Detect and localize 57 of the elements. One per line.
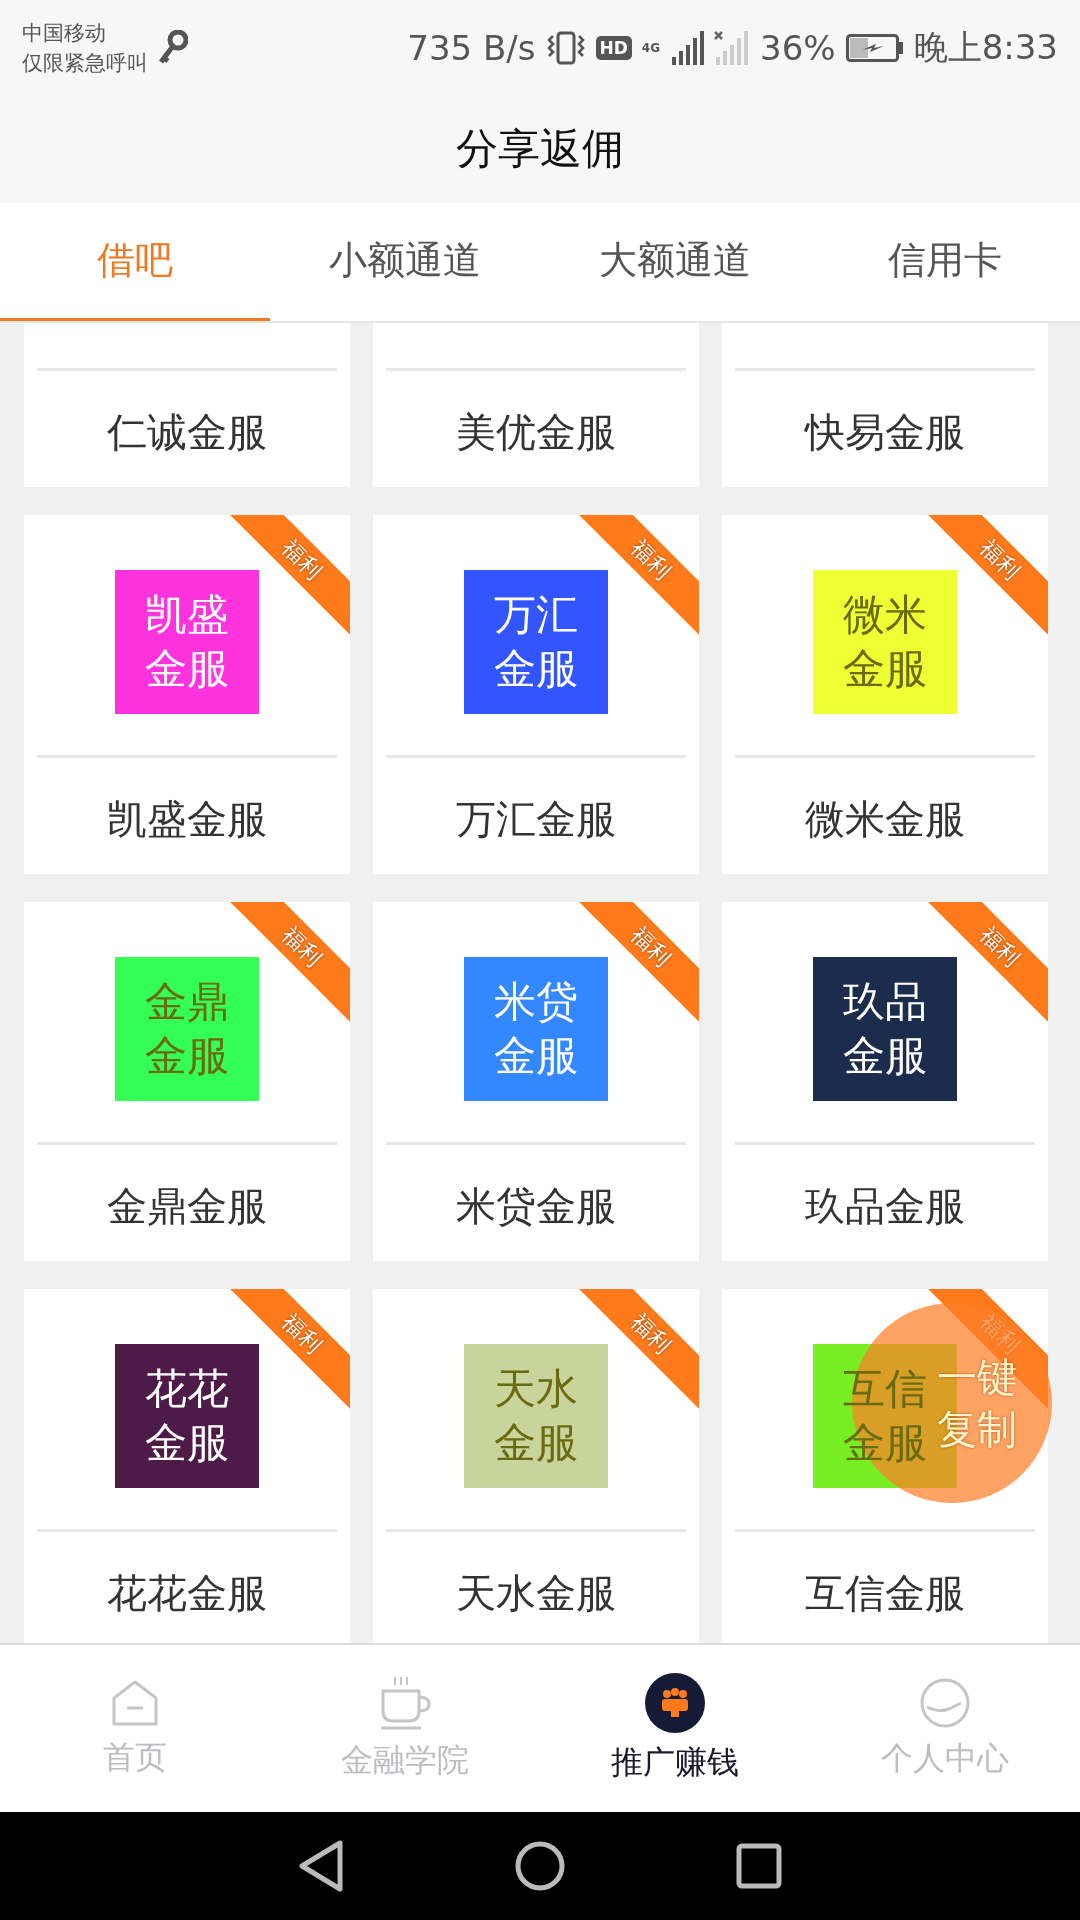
signal-icon — [670, 30, 705, 65]
key-icon — [158, 29, 188, 66]
product-card[interactable]: 快易金服 — [722, 323, 1048, 487]
product-card[interactable]: 仁诚金服 — [24, 323, 350, 487]
nav-item[interactable]: 推广赚钱 — [540, 1645, 810, 1812]
product-name: 仁诚金服 — [107, 408, 267, 457]
product-name: 天水金服 — [456, 1569, 616, 1618]
network-speed: 735 B/s — [407, 27, 536, 68]
clock: 晚上8:33 — [913, 25, 1058, 69]
product-logo: 玖品 金服 — [813, 957, 957, 1101]
product-logo: 天水 金服 — [464, 1344, 608, 1488]
product-card[interactable]: 玖品 金服 玖品金服 福利 — [722, 902, 1048, 1261]
product-card[interactable]: 凯盛 金服 凯盛金服 福利 — [24, 515, 350, 874]
product-name: 凯盛金服 — [107, 795, 267, 844]
recent-apps-icon[interactable] — [736, 1843, 782, 1889]
battery-charging-icon — [845, 33, 904, 62]
product-card[interactable]: 花花 金服 花花金服 福利 — [24, 1289, 350, 1643]
people-icon — [645, 1672, 705, 1733]
product-logo: 米贷 金服 — [464, 957, 608, 1101]
product-name: 花花金服 — [107, 1569, 267, 1618]
product-card[interactable]: 米贷 金服 米贷金服 福利 — [373, 902, 699, 1261]
nav-label: 首页 — [103, 1736, 167, 1778]
product-logo: 微米 金服 — [813, 570, 957, 714]
carrier-name: 中国移动 — [22, 19, 107, 47]
product-logo: 凯盛 金服 — [115, 570, 259, 714]
nav-label: 推广赚钱 — [611, 1741, 739, 1783]
category-tab[interactable]: 大额通道 — [540, 203, 810, 321]
back-icon[interactable] — [298, 1840, 344, 1892]
product-card[interactable]: 万汇 金服 万汇金服 福利 — [373, 515, 699, 874]
category-tab[interactable]: 小额通道 — [270, 203, 540, 321]
nav-label: 个人中心 — [881, 1737, 1009, 1779]
no-signal-icon — [714, 30, 751, 65]
product-name: 互信金服 — [805, 1569, 965, 1618]
network-type: 4G — [641, 40, 661, 55]
product-logo: 万汇 金服 — [464, 570, 608, 714]
product-logo: 金鼎 金服 — [115, 957, 259, 1101]
product-card[interactable]: 微米 金服 微米金服 福利 — [722, 515, 1048, 874]
nav-label: 金融学院 — [341, 1739, 469, 1781]
home-button-icon[interactable] — [514, 1840, 566, 1892]
product-logo: 花花 金服 — [115, 1344, 259, 1488]
hd-badge: HD — [595, 35, 632, 60]
product-name: 金鼎金服 — [107, 1182, 267, 1231]
product-name: 微米金服 — [805, 795, 965, 844]
product-card[interactable]: 金鼎 金服 金鼎金服 福利 — [24, 902, 350, 1261]
battery-percent: 36% — [760, 27, 836, 68]
product-name: 美优金服 — [456, 408, 616, 457]
vibrate-icon — [545, 29, 586, 66]
profile-icon — [919, 1676, 971, 1729]
category-tab[interactable]: 信用卡 — [810, 203, 1080, 321]
carrier-note: 仅限紧急呼叫 — [22, 49, 148, 77]
product-name: 快易金服 — [805, 408, 965, 457]
product-card[interactable]: 天水 金服 天水金服 福利 — [373, 1289, 699, 1643]
page-title: 分享返佣 — [456, 123, 624, 175]
product-name: 万汇金服 — [456, 795, 616, 844]
product-name: 米贷金服 — [456, 1182, 616, 1231]
product-card[interactable]: 美优金服 — [373, 323, 699, 487]
product-name: 玖品金服 — [805, 1182, 965, 1231]
